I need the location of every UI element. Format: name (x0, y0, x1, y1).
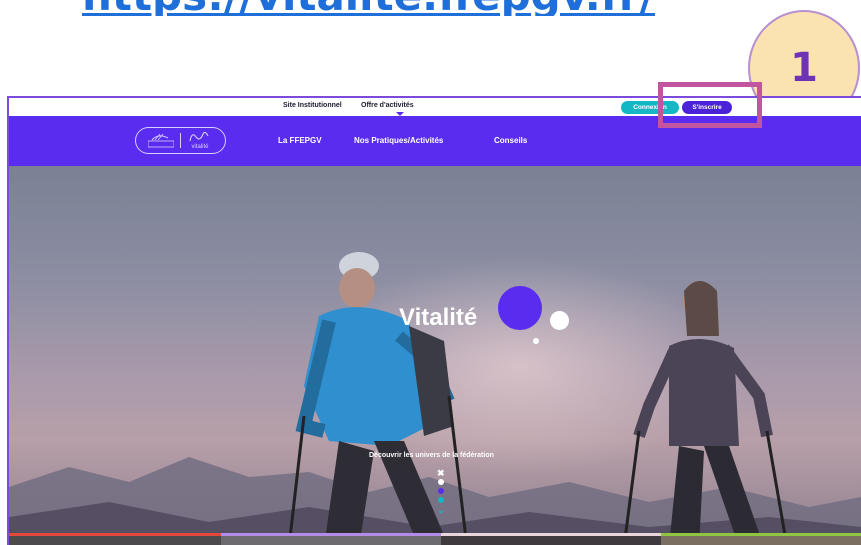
signup-highlight-box (658, 82, 762, 128)
scroll-dot-purple (438, 488, 444, 494)
color-bar-purple (221, 533, 441, 536)
vitalite-logo: vitalité (186, 131, 214, 150)
universe-color-bar (9, 533, 861, 536)
step-number: 1 (790, 45, 818, 91)
logo-separator (180, 133, 181, 148)
hiker-man-image (287, 252, 469, 545)
close-x-icon: ✖ (437, 468, 445, 478)
hero-banner: Vitalité Découvrir les univers de la féd… (9, 166, 861, 545)
scroll-dot-teal (438, 497, 444, 503)
vitalite-logo-text: vitalité (191, 144, 209, 150)
vitalite-logo-icon (189, 131, 209, 142)
website-screenshot: Site Institutionnel Offre d'activités Co… (7, 96, 861, 545)
white-bubble-decoration (550, 311, 569, 330)
site-logo[interactable]: vitalité (135, 127, 226, 154)
nav-item-conseils[interactable]: Conseils (494, 136, 527, 145)
purple-bubble-decoration (498, 286, 542, 330)
tiny-bubble-decoration (533, 338, 539, 344)
hiker-woman-image (622, 281, 789, 545)
discover-link[interactable]: Découvrir les univers de la fédération (369, 452, 494, 459)
color-bar-red (9, 533, 221, 536)
federation-logo-icon (148, 133, 174, 148)
nav-item-pratiques[interactable]: Nos Pratiques/Activités (354, 136, 443, 145)
institutional-site-link[interactable]: Site Institutionnel (283, 102, 342, 109)
scroll-dot-white (438, 479, 444, 485)
hero-title: Vitalité (399, 304, 478, 331)
color-bar-grey (441, 533, 661, 536)
color-bar-green (661, 533, 861, 536)
header-url-link[interactable]: https://vitalite.ffepgv.fr/ (82, 0, 782, 16)
nav-item-ffepgv[interactable]: La FFEPGV (278, 136, 322, 145)
scroll-down-chevron-icon[interactable]: ⌄ (437, 505, 445, 516)
activity-offer-link[interactable]: Offre d'activités (361, 102, 414, 109)
